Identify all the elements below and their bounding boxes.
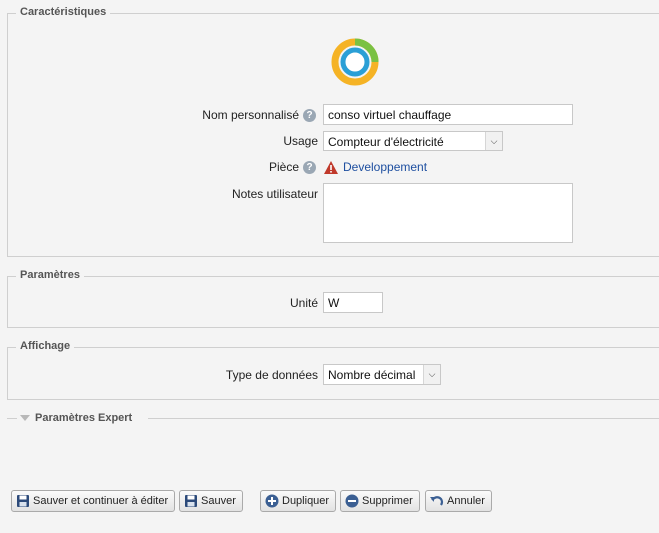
- expert-toggle[interactable]: Paramètres Expert: [20, 412, 132, 424]
- legend-expert: Paramètres Expert: [35, 412, 133, 424]
- duplicate-label: Dupliquer: [282, 495, 330, 507]
- save-label: Sauver: [201, 495, 236, 507]
- delete-label: Supprimer: [362, 495, 413, 507]
- chevron-down-icon: ⌵: [485, 132, 502, 150]
- unit-input[interactable]: [323, 292, 383, 313]
- duplicate-button[interactable]: Dupliquer: [260, 490, 337, 512]
- minus-circle-icon: [344, 494, 359, 509]
- triangle-down-icon: [20, 415, 30, 421]
- usage-label: Usage: [283, 134, 318, 148]
- help-icon[interactable]: ?: [303, 109, 316, 122]
- legend-affichage: Affichage: [16, 340, 75, 352]
- save-button[interactable]: Sauver: [179, 490, 243, 512]
- type-label: Type de données: [225, 368, 318, 382]
- notes-textarea[interactable]: [323, 183, 573, 243]
- usage-selected-value: Compteur d'électricité: [328, 135, 444, 149]
- floppy-icon: [15, 494, 30, 509]
- type-selected-value: Nombre décimal: [328, 368, 416, 382]
- notes-label: Notes utilisateur: [231, 187, 318, 201]
- name-input[interactable]: [323, 104, 573, 125]
- piece-link[interactable]: Developpement: [343, 160, 427, 174]
- cancel-button[interactable]: Annuler: [425, 490, 492, 512]
- delete-button[interactable]: Supprimer: [340, 490, 420, 512]
- legend-parametres: Paramètres: [16, 269, 84, 281]
- piece-label: Pièce: [268, 160, 299, 174]
- save-continue-label: Sauver et continuer à éditer: [33, 495, 169, 507]
- cancel-label: Annuler: [447, 495, 485, 507]
- name-label: Nom personnalisé: [202, 108, 299, 122]
- type-select[interactable]: Nombre décimal ⌵: [323, 364, 441, 385]
- legend-caracteristiques: Caractéristiques: [16, 6, 111, 18]
- ring-gauge-icon: [331, 38, 379, 86]
- undo-icon: [429, 494, 444, 509]
- expert-divider-right: [148, 418, 659, 419]
- plus-circle-icon: [264, 494, 279, 509]
- warning-icon: [324, 161, 338, 174]
- unit-label: Unité: [289, 296, 318, 310]
- expert-divider-left: [7, 418, 17, 419]
- save-continue-button[interactable]: Sauver et continuer à éditer: [11, 490, 176, 512]
- usage-select[interactable]: Compteur d'électricité ⌵: [323, 131, 503, 151]
- chevron-down-icon: ⌵: [423, 365, 440, 384]
- floppy-icon: [183, 494, 198, 509]
- help-icon[interactable]: ?: [303, 161, 316, 174]
